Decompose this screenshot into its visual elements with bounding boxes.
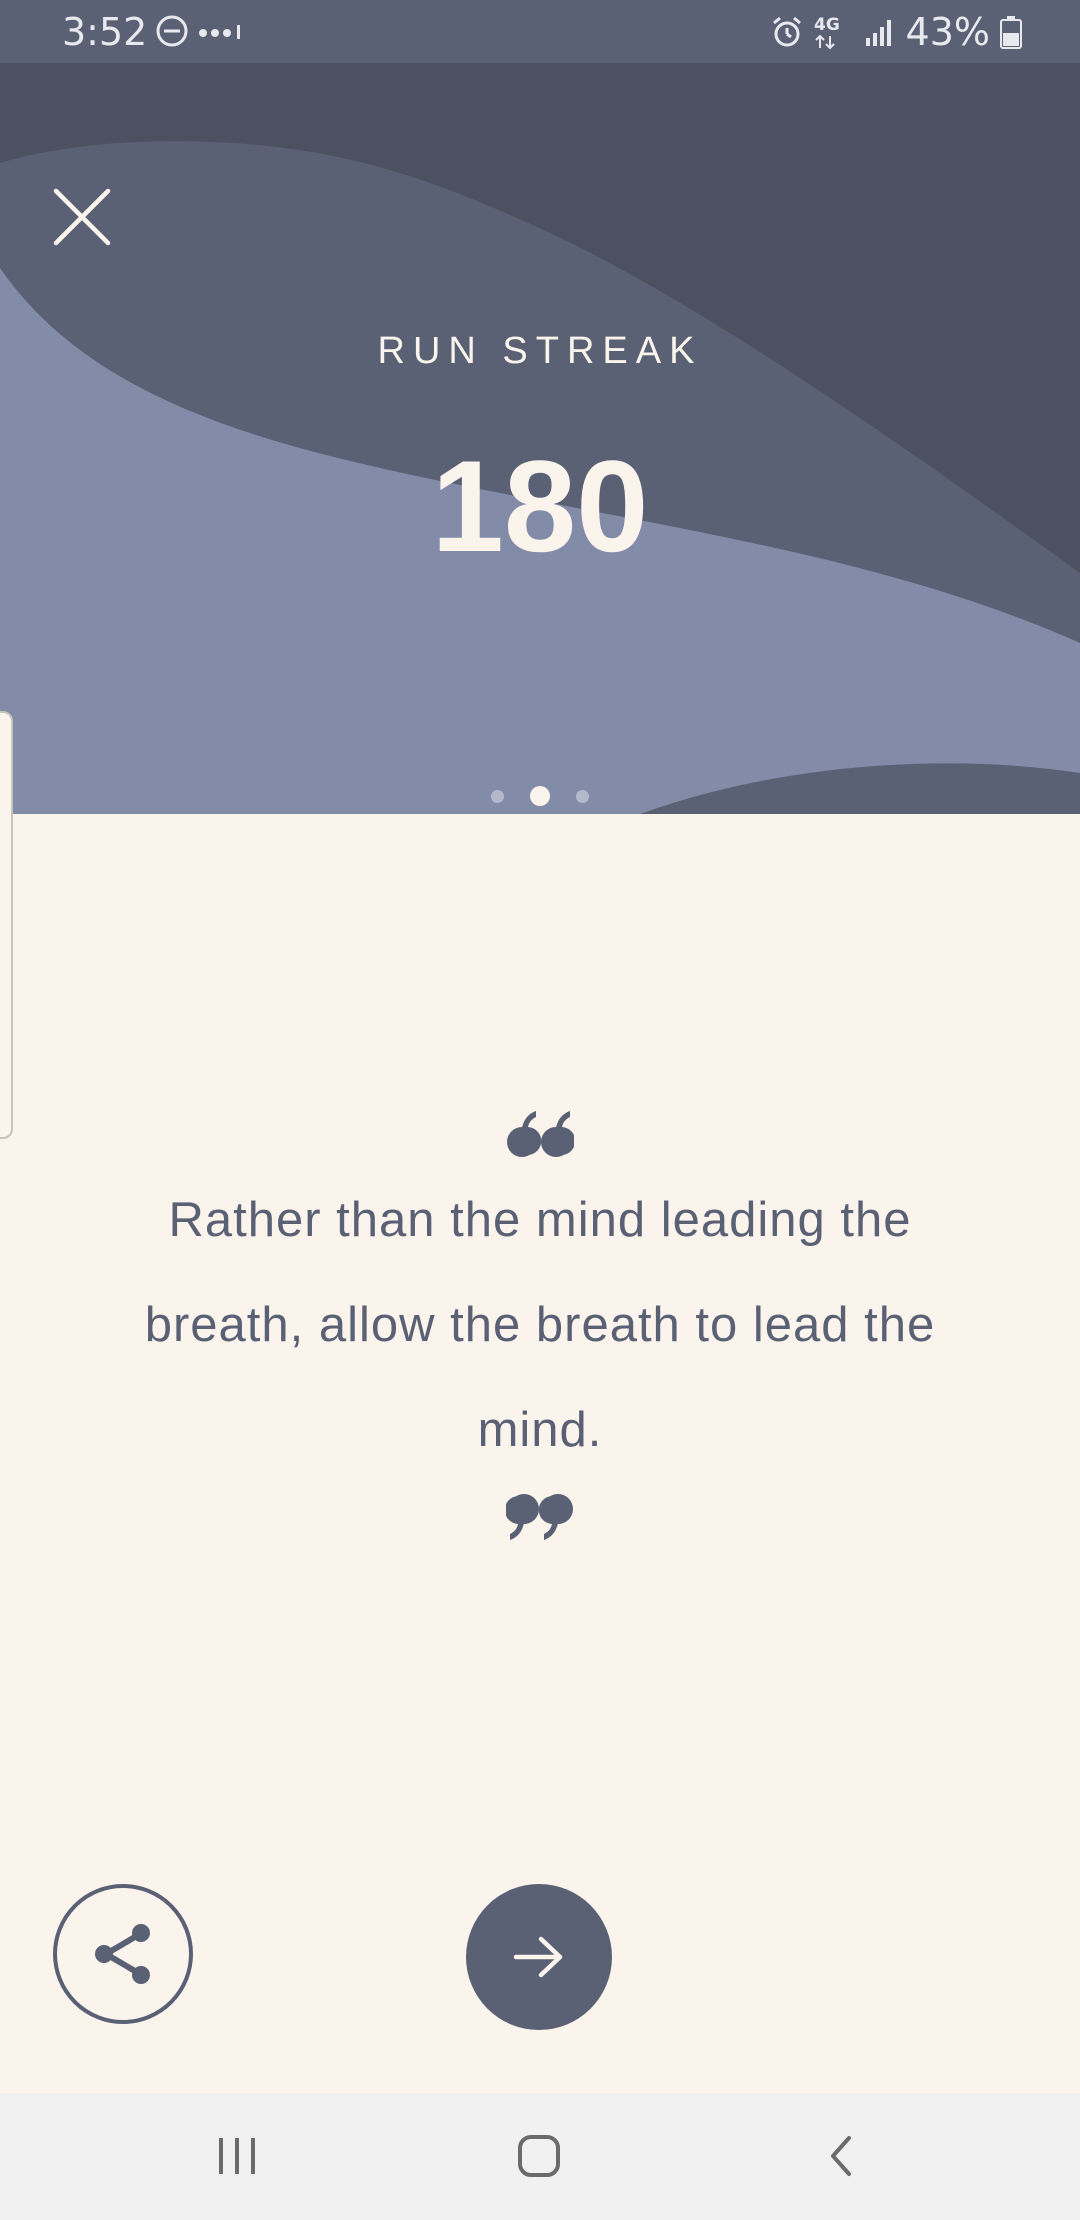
back-button[interactable] (801, 2123, 881, 2189)
alarm-icon (772, 16, 801, 47)
arrow-right-icon (513, 1936, 563, 1978)
page-dot[interactable] (576, 789, 589, 803)
edge-panel-handle[interactable] (0, 711, 13, 1139)
battery-percent: 43% (905, 10, 990, 54)
streak-title: RUN STREAK (377, 330, 703, 372)
share-button[interactable] (53, 1884, 193, 2024)
page-dot[interactable] (491, 789, 504, 803)
recent-apps-icon (219, 2138, 255, 2174)
quote-text: Rather than the mind leading the breath,… (144, 1193, 936, 1457)
recent-apps-button[interactable] (197, 2123, 277, 2189)
home-icon (518, 2135, 560, 2177)
next-button[interactable] (466, 1884, 612, 2030)
signal-icon (865, 20, 891, 46)
back-icon (831, 2136, 851, 2176)
page-dot-active[interactable] (530, 786, 550, 806)
share-icon (95, 1924, 150, 1984)
close-button[interactable] (50, 185, 114, 249)
close-quote-icon (506, 1494, 573, 1540)
svg-text:4G: 4G (814, 15, 840, 35)
status-right: 4G 43% (770, 8, 1022, 56)
screen: 3:52 4G 43% RUN STREAK 180 Rather than t… (0, 0, 1080, 2220)
status-time: 3:52 (62, 10, 148, 54)
open-quote-icon (507, 1111, 574, 1157)
status-left-icons (155, 13, 245, 49)
home-button[interactable] (499, 2123, 579, 2189)
streak-value: 180 (431, 433, 649, 579)
system-nav-bar (0, 2093, 1080, 2220)
do-not-disturb-icon (156, 15, 240, 47)
streak-header: RUN STREAK 180 (0, 63, 1080, 814)
page-indicator (0, 786, 1080, 806)
battery-icon (1000, 16, 1022, 49)
status-bar: 3:52 4G 43% (0, 0, 1080, 63)
close-icon (53, 188, 111, 246)
4g-lte-icon: 4G (814, 15, 840, 50)
quote-block: Rather than the mind leading the breath,… (0, 1110, 1080, 1541)
